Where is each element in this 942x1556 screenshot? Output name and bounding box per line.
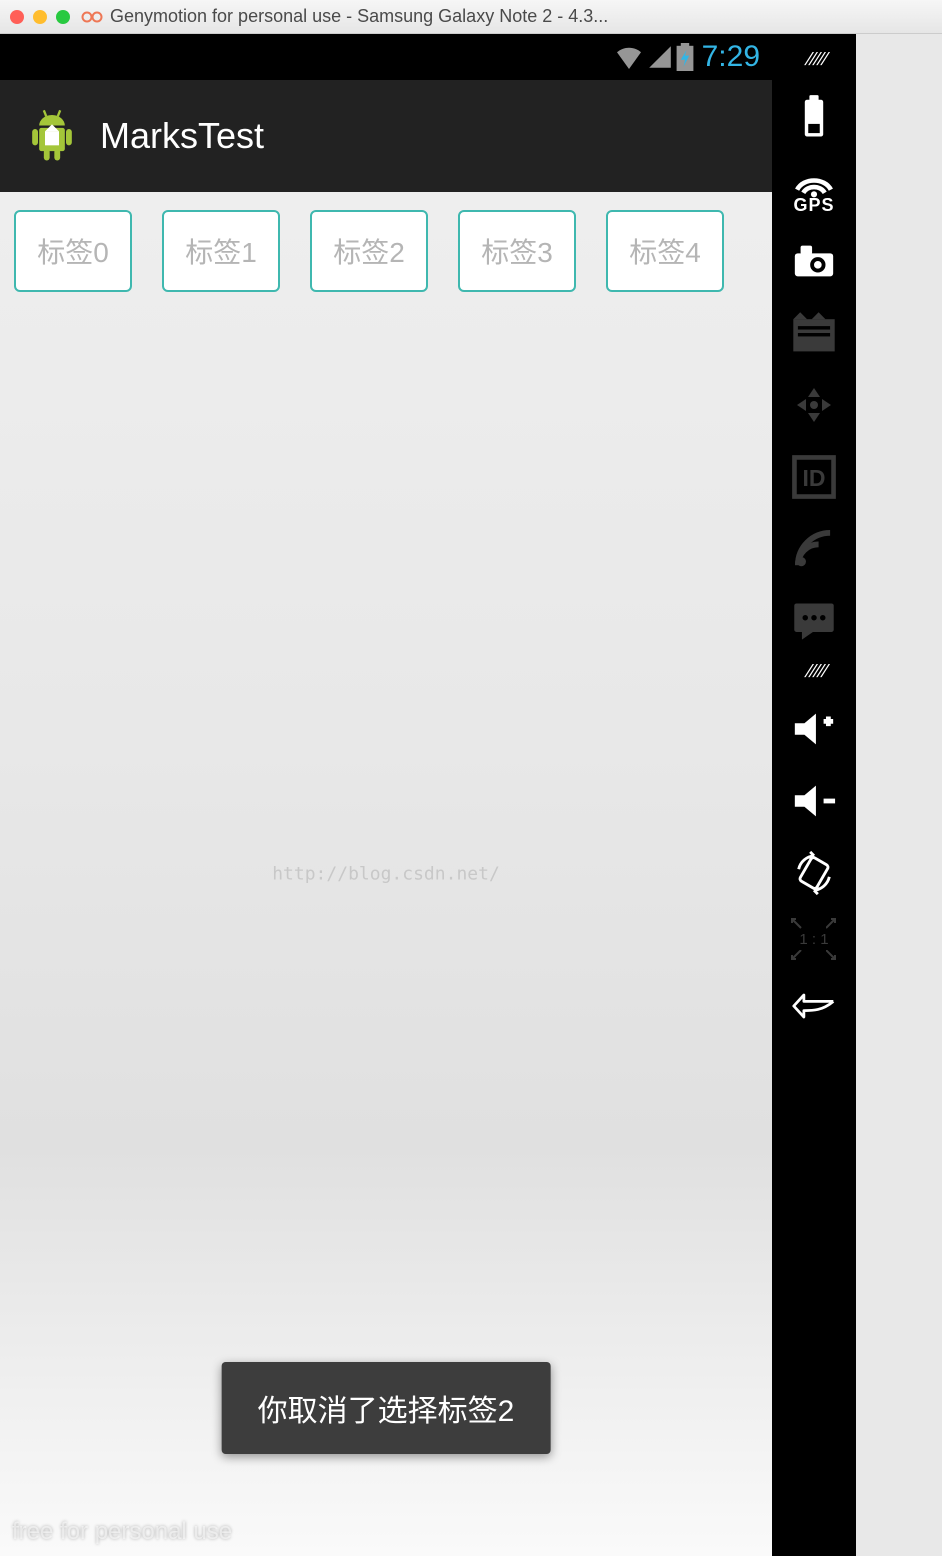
tag-chip-1[interactable]: 标签1: [162, 210, 280, 292]
battery-icon[interactable]: [787, 90, 841, 144]
tag-chip-2[interactable]: 标签2: [310, 210, 428, 292]
maximize-button[interactable]: [56, 10, 70, 24]
dpad-icon[interactable]: [787, 378, 841, 432]
back-icon[interactable]: [787, 979, 841, 1033]
sms-icon[interactable]: [787, 594, 841, 648]
free-use-label: free for personal use: [12, 1518, 232, 1546]
screenshot-icon[interactable]: [787, 306, 841, 360]
gps-label: GPS: [793, 195, 834, 216]
divider-icon: / / / / /: [802, 666, 827, 684]
signal-icon: [648, 45, 672, 69]
tag-row[interactable]: 标签0 标签1 标签2 标签3 标签4: [0, 192, 772, 292]
tag-label: 标签1: [185, 231, 257, 271]
tag-label: 标签4: [629, 231, 701, 271]
tag-chip-0[interactable]: 标签0: [14, 210, 132, 292]
mac-titlebar: Genymotion for personal use - Samsung Ga…: [0, 0, 942, 34]
gps-icon[interactable]: GPS: [787, 162, 841, 216]
tag-label: 标签3: [481, 231, 553, 271]
app-title: MarksTest: [100, 115, 264, 157]
divider-icon: / / / / /: [802, 54, 827, 72]
camera-icon[interactable]: [787, 234, 841, 288]
network-icon[interactable]: [787, 522, 841, 576]
android-app-icon: [24, 108, 80, 164]
svg-text:ID: ID: [803, 465, 826, 491]
toast-message: 你取消了选择标签2: [222, 1362, 551, 1454]
battery-charging-icon: [676, 43, 694, 71]
genymotion-sidebar: / / / / / GPS ID / / / / /: [772, 34, 856, 1556]
window-title: Genymotion for personal use - Samsung Ga…: [110, 6, 608, 27]
tag-chip-3[interactable]: 标签3: [458, 210, 576, 292]
pixel-perfect-icon[interactable]: 1 : 1: [791, 918, 837, 961]
android-status-bar: 7:29: [0, 34, 772, 80]
status-time: 7:29: [702, 40, 760, 74]
mac-window-controls: [10, 10, 70, 24]
close-button[interactable]: [10, 10, 24, 24]
app-action-bar: MarksTest: [0, 80, 772, 192]
one-to-one-label: 1 : 1: [799, 931, 828, 948]
volume-up-icon[interactable]: [787, 702, 841, 756]
minimize-button[interactable]: [33, 10, 47, 24]
genymotion-icon: [80, 9, 104, 25]
wifi-icon: [614, 45, 644, 69]
id-icon[interactable]: ID: [787, 450, 841, 504]
device-screen: 7:29 MarksTest: [0, 34, 772, 1556]
app-content: 标签0 标签1 标签2 标签3 标签4 http://blog.csdn.net…: [0, 192, 772, 1556]
volume-down-icon[interactable]: [787, 774, 841, 828]
rotate-icon[interactable]: [787, 846, 841, 900]
tag-label: 标签2: [333, 231, 405, 271]
tag-chip-4[interactable]: 标签4: [606, 210, 724, 292]
watermark-text: http://blog.csdn.net/: [272, 864, 500, 885]
tag-label: 标签0: [37, 231, 109, 271]
